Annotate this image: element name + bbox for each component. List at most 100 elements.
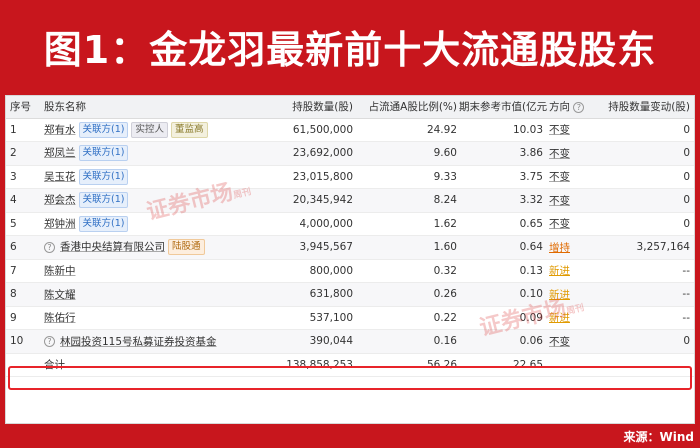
row-name-cell: 郑凤兰 关联方(1)	[42, 141, 277, 166]
row-direction[interactable]: 新进	[549, 289, 570, 301]
row-ratio: 0.32	[355, 259, 459, 283]
header-no[interactable]: 序号	[6, 96, 42, 119]
table-row[interactable]: 8 陈文耀 631,800 0.26 0.10 新进 --	[6, 282, 694, 307]
row-name-cell: ? 香港中央结算有限公司 陆股通	[42, 235, 277, 260]
row-no: 7	[6, 259, 42, 283]
shareholder-name-link[interactable]: 郑有水	[44, 124, 76, 136]
row-direction-cell: 不变	[547, 188, 597, 213]
row-name-cell: 陈文耀	[42, 282, 277, 307]
row-direction[interactable]: 不变	[549, 148, 570, 160]
row-value: 0.09	[459, 306, 547, 330]
shareholder-name-link[interactable]: 郑钟洲	[44, 218, 76, 230]
shareholder-name-link[interactable]: 陈佑行	[44, 312, 76, 324]
row-direction-cell: 增持	[547, 235, 597, 260]
row-change: 0	[597, 188, 694, 213]
shareholder-name-link[interactable]: 郑会杰	[44, 194, 76, 206]
row-direction-cell: 不变	[547, 141, 597, 166]
row-ratio: 0.16	[355, 329, 459, 354]
table-row[interactable]: 2 郑凤兰 关联方(1) 23,692,000 9.60 3.86 不变 0	[6, 141, 694, 166]
row-ratio: 1.60	[355, 235, 459, 260]
row-name-cell: 陈佑行	[42, 306, 277, 330]
shareholder-tag[interactable]: 关联方(1)	[78, 192, 129, 209]
table-row[interactable]: 10? 林园投资115号私募证券投资基金 390,044 0.16 0.06 不变 0	[6, 329, 694, 354]
table-row[interactable]: 9 陈佑行 537,100 0.22 0.09 新进 --	[6, 306, 694, 330]
shareholder-table: 序号 股东名称 持股数量(股) 占流通A股比例(%) 期末参考市值(亿元) 方向…	[6, 96, 694, 377]
shareholder-name-link[interactable]: 吴玉花	[44, 171, 76, 183]
row-change: 0	[597, 165, 694, 189]
row-qty: 23,015,800	[277, 165, 355, 189]
shareholder-tag[interactable]: 关联方(1)	[78, 145, 129, 162]
row-value: 0.65	[459, 212, 547, 236]
header-change[interactable]: 持股数量变动(股)	[597, 96, 694, 119]
total-value: 22.65	[459, 353, 547, 377]
header-ratio[interactable]: 占流通A股比例(%)	[355, 96, 459, 119]
row-no: 1	[6, 118, 42, 142]
shareholder-tag[interactable]: 关联方(1)	[78, 215, 129, 232]
row-direction[interactable]: 不变	[549, 336, 570, 348]
row-value: 0.10	[459, 282, 547, 307]
table-row[interactable]: 7 陈新中 800,000 0.32 0.13 新进 --	[6, 259, 694, 283]
row-no: 2	[6, 141, 42, 166]
row-value: 0.13	[459, 259, 547, 283]
table-row[interactable]: 4 郑会杰 关联方(1) 20,345,942 8.24 3.32 不变 0	[6, 188, 694, 213]
title-bar: 图1：金龙羽最新前十大流通股股东	[0, 0, 700, 92]
shareholder-name-link[interactable]: 郑凤兰	[44, 147, 76, 159]
header-value[interactable]: 期末参考市值(亿元)	[459, 96, 547, 119]
row-ratio: 0.26	[355, 282, 459, 307]
shareholder-tag[interactable]: 关联方(1)	[78, 168, 129, 185]
total-label: 合计	[42, 353, 277, 377]
shareholder-tag[interactable]: 董监高	[170, 121, 208, 138]
row-name-cell: 郑会杰 关联方(1)	[42, 188, 277, 213]
row-no: 8	[6, 282, 42, 307]
header-name[interactable]: 股东名称	[42, 96, 277, 119]
row-qty: 390,044	[277, 329, 355, 354]
footer-bar	[0, 424, 700, 448]
shareholder-tag[interactable]: 关联方(1)	[78, 121, 129, 138]
shareholder-tag[interactable]: 陆股通	[168, 239, 205, 256]
row-ratio: 1.62	[355, 212, 459, 236]
header-direction[interactable]: 方向 ?	[547, 96, 597, 119]
row-change: --	[597, 306, 694, 330]
help-icon[interactable]: ?	[573, 101, 585, 113]
page-title: 图1：金龙羽最新前十大流通股股东	[43, 27, 657, 72]
row-direction[interactable]: 新进	[549, 265, 570, 277]
total-spacer	[6, 353, 42, 377]
row-direction[interactable]: 不变	[549, 195, 570, 207]
total-spacer	[547, 353, 597, 377]
table-body: 1 郑有水 关联方(1) 实控人 董监高 61,500,000 24.92 10.03 不变 0 2…	[6, 118, 694, 377]
shareholder-name-link[interactable]: 陈文耀	[44, 289, 76, 301]
row-value: 3.75	[459, 165, 547, 189]
row-qty: 4,000,000	[277, 212, 355, 236]
row-direction[interactable]: 不变	[549, 171, 570, 183]
row-direction[interactable]: 增持	[549, 242, 570, 254]
header-qty[interactable]: 持股数量(股)	[277, 96, 355, 119]
row-direction[interactable]: 新进	[549, 312, 570, 324]
help-icon[interactable]: ?	[44, 336, 55, 348]
table-row[interactable]: 1 郑有水 关联方(1) 实控人 董监高 61,500,000 24.92 10.03 不变 0	[6, 118, 694, 142]
table-row[interactable]: 3 吴玉花 关联方(1) 23,015,800 9.33 3.75 不变 0	[6, 165, 694, 189]
shareholder-tag[interactable]: 实控人	[131, 121, 168, 138]
row-no: 4	[6, 188, 42, 213]
shareholder-name-link[interactable]: 香港中央结算有限公司	[60, 241, 165, 253]
total-qty: 138,858,253	[277, 353, 355, 377]
total-ratio: 56.26	[355, 353, 459, 377]
row-value: 3.32	[459, 188, 547, 213]
table-row[interactable]: 6? 香港中央结算有限公司 陆股通 3,945,567 1.60 0.64 增持 3,257,…	[6, 235, 694, 260]
row-change: 0	[597, 212, 694, 236]
row-direction-cell: 不变	[547, 118, 597, 142]
shareholder-name-link[interactable]: 陈新中	[44, 265, 76, 277]
row-name-cell: 郑钟洲 关联方(1)	[42, 212, 277, 236]
row-value: 3.86	[459, 141, 547, 166]
row-qty: 23,692,000	[277, 141, 355, 166]
row-no: 3	[6, 165, 42, 189]
row-direction[interactable]: 不变	[549, 124, 570, 136]
shareholder-name-link[interactable]: 林园投资115号私募证券投资基金	[60, 336, 217, 348]
row-direction[interactable]: 不变	[549, 218, 570, 230]
row-ratio: 8.24	[355, 188, 459, 213]
table-row[interactable]: 5 郑钟洲 关联方(1) 4,000,000 1.62 0.65 不变 0	[6, 212, 694, 236]
row-qty: 537,100	[277, 306, 355, 330]
help-icon[interactable]: ?	[44, 241, 55, 253]
total-row: 合计 138,858,253 56.26 22.65	[6, 353, 694, 377]
row-no: 6	[6, 235, 42, 260]
row-qty: 800,000	[277, 259, 355, 283]
